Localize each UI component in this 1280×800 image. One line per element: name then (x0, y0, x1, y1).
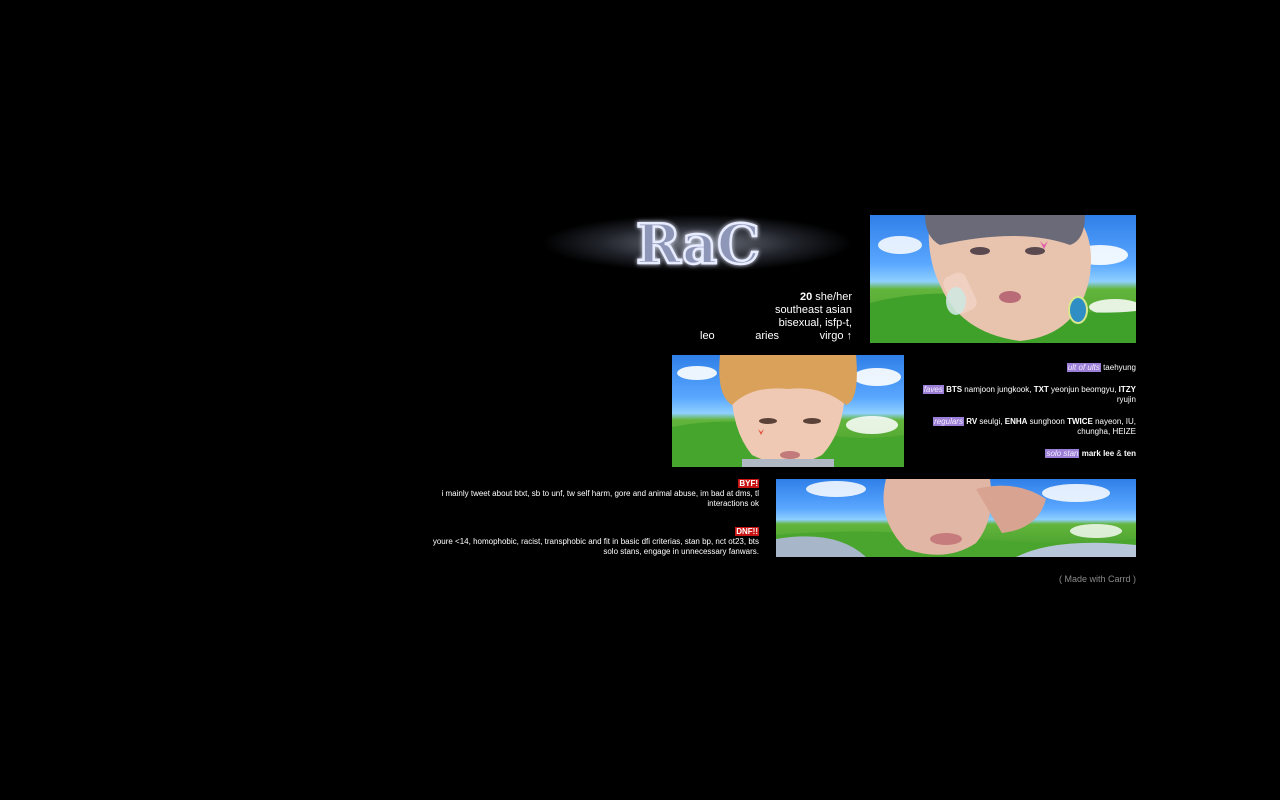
solo-artist-1: mark lee (1081, 449, 1115, 458)
solo-line: solo stan mark lee & ten (918, 449, 1136, 459)
faves-members-bts: namjoon jungkook, (964, 385, 1032, 394)
portrait-photo-1-art (870, 215, 1136, 343)
solo-tag: solo stan (1045, 449, 1080, 458)
regulars-group-rv: RV (966, 417, 978, 426)
portrait-photo-3-art (776, 479, 1136, 557)
regulars-group-enha: ENHA (1004, 417, 1028, 426)
sign-sun: leo (700, 330, 715, 342)
portrait-photo-3 (776, 479, 1136, 557)
faves-group-itzy: ITZY (1118, 385, 1136, 394)
pronouns: she/her (815, 291, 852, 303)
portrait-photo-1 (870, 215, 1136, 343)
faves-group-txt: TXT (1033, 385, 1049, 394)
byf-block: BYF! i mainly tweet about btxt, sb to un… (428, 479, 759, 509)
faves-section: ult of ults taehyung faves BTS namjoon j… (918, 363, 1136, 471)
dnf-block: DNF!! youre <14, homophobic, racist, tra… (428, 527, 759, 557)
header-logo: RaC (545, 215, 850, 271)
intro-identity: bisexual, isfp-t, (778, 317, 852, 329)
intro-signs: leo aries virgo ↑ (700, 330, 852, 343)
dnf-tag: DNF!! (735, 527, 759, 536)
solo-artist-2: ten (1124, 449, 1136, 458)
faves-group-bts: BTS (946, 385, 963, 394)
sign-moon: aries (755, 330, 780, 342)
age-value: 20 (799, 291, 813, 303)
ult-line: ult of ults taehyung (918, 363, 1136, 373)
portrait-photo-2-art (672, 355, 904, 467)
regulars-members-enha: sunghoon (1029, 417, 1065, 426)
byf-tag: BYF! (738, 479, 759, 488)
dnf-text: youre <14, homophobic, racist, transphob… (432, 537, 759, 556)
solo-amp: & (1116, 449, 1122, 458)
sign-rising: virgo ↑ (819, 330, 852, 342)
profile-page: RaC 20 she/her southeast asian bisexual,… (0, 0, 1280, 800)
faves-tag: faves (922, 385, 944, 394)
regulars-group-twice: TWICE (1067, 417, 1093, 426)
intro-text: 20 she/her southeast asian bisexual, isf… (700, 291, 852, 343)
portrait-photo-2 (672, 355, 904, 467)
ult-tag: ult of ults (1066, 363, 1101, 372)
faves-line: faves BTS namjoon jungkook, TXT yeonjun … (918, 385, 1136, 405)
faves-members-txt: yeonjun beomgyu, (1051, 385, 1117, 394)
byf-text: i mainly tweet about btxt, sb to unf, tw… (441, 489, 760, 508)
faves-members-itzy: ryujin (1116, 395, 1136, 404)
regulars-line: regulars RV seulgi, ENHA sunghoon TWICE … (918, 417, 1136, 437)
intro-line-age: 20 she/her (700, 291, 852, 304)
regulars-members-rv: seulgi, (979, 417, 1003, 426)
made-with-carrd-link[interactable]: ( Made with Carrd ) (1059, 574, 1136, 584)
intro-ethnicity: southeast asian (774, 304, 852, 316)
ult-value: taehyung (1103, 363, 1136, 372)
regulars-tag: regulars (933, 417, 964, 426)
logo-text: RaC (635, 215, 759, 271)
follow-rules: BYF! i mainly tweet about btxt, sb to un… (428, 479, 759, 575)
logo-text-art: RaC (634, 215, 761, 271)
